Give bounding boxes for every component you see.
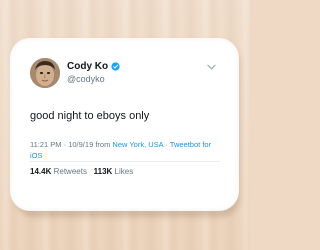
user-handle[interactable]: @codyko bbox=[67, 74, 105, 84]
chevron-down-icon[interactable] bbox=[207, 64, 216, 70]
avatar[interactable] bbox=[30, 58, 60, 88]
likes-count[interactable]: 113K bbox=[94, 167, 113, 176]
stats-divider bbox=[30, 161, 220, 162]
retweets-count[interactable]: 14.4K bbox=[30, 167, 51, 176]
likes-label[interactable]: Likes bbox=[115, 167, 134, 176]
retweets-label[interactable]: Retweets bbox=[54, 167, 87, 176]
tweet-location-link[interactable]: New York, USA bbox=[112, 140, 163, 149]
author-name-line: Cody Ko bbox=[67, 61, 120, 72]
profile-photo bbox=[30, 58, 60, 88]
tweet-text: good night to eboys only bbox=[30, 110, 150, 122]
tweet-timestamp[interactable]: 11:21 PM · 10/9/19 from bbox=[30, 140, 112, 149]
display-name[interactable]: Cody Ko bbox=[67, 61, 108, 72]
tweet-stats: 14.4K Retweets 113K Likes bbox=[30, 167, 133, 177]
verified-badge-icon bbox=[111, 62, 120, 71]
tweet-metadata: 11:21 PM · 10/9/19 from New York, USA · … bbox=[30, 139, 220, 161]
